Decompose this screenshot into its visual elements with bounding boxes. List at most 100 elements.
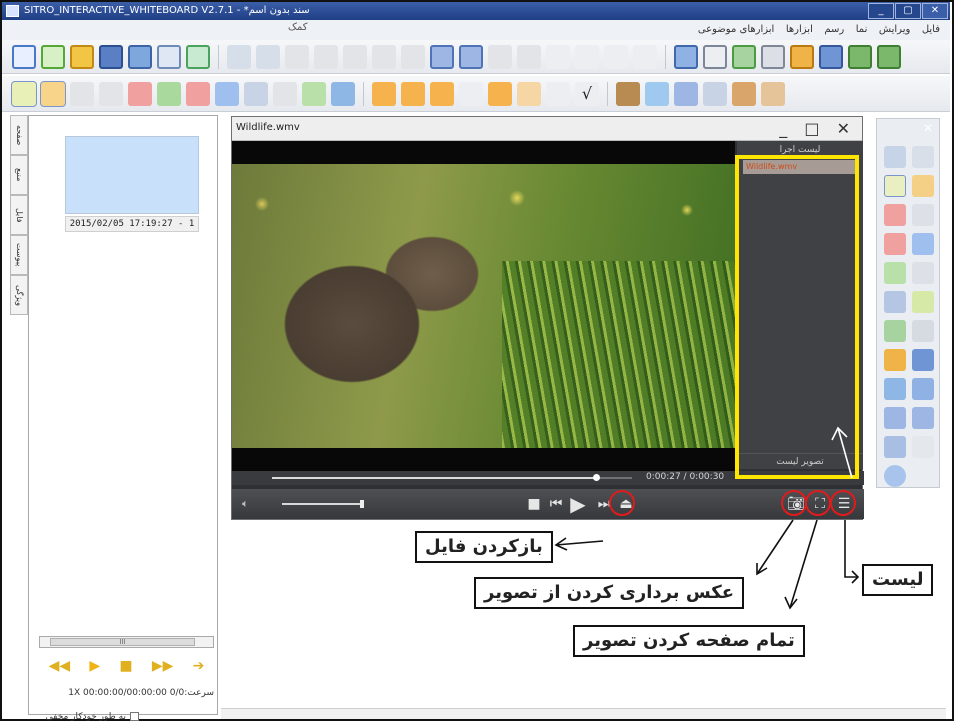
play-icon[interactable]: ▶ — [568, 493, 588, 515]
export-icon[interactable] — [186, 44, 210, 69]
screen-capture-icon[interactable] — [459, 44, 483, 69]
brush-icon[interactable] — [99, 81, 123, 106]
undo-icon[interactable] — [227, 44, 251, 69]
highlighter-icon[interactable] — [912, 204, 934, 226]
scrollbar-grip[interactable]: III — [50, 638, 195, 646]
send-back-icon[interactable] — [633, 44, 657, 69]
axis-icon[interactable] — [546, 81, 570, 106]
highlighter-icon[interactable] — [70, 81, 94, 106]
spotlight-icon[interactable] — [703, 44, 727, 69]
minimize-button[interactable]: _ — [868, 3, 894, 19]
page-thumbnail[interactable] — [65, 136, 199, 214]
keyboard-icon[interactable] — [912, 378, 934, 400]
autohide-option[interactable]: به طور خودکار مخفی شود — [29, 712, 219, 721]
text-box-icon[interactable] — [884, 378, 906, 400]
paste-icon[interactable] — [343, 44, 367, 69]
next-page-icon[interactable]: ▶▶ — [152, 658, 174, 674]
exit-arrow-icon[interactable]: ➔ — [193, 658, 205, 674]
eraser-icon[interactable] — [884, 233, 906, 255]
picture-tool-icon[interactable] — [674, 81, 698, 106]
save-icon[interactable] — [99, 44, 123, 69]
menu-view[interactable]: نما — [856, 20, 868, 40]
beaker-icon[interactable] — [645, 81, 669, 106]
select-arrow-icon[interactable] — [884, 175, 906, 197]
ruler-icon[interactable] — [488, 81, 512, 106]
angle-icon[interactable] — [517, 81, 541, 106]
menu-edit[interactable]: ویرایش — [879, 20, 910, 40]
user-icon[interactable] — [848, 44, 872, 69]
texture-pen-icon[interactable] — [244, 81, 268, 106]
redo-icon[interactable] — [912, 146, 934, 168]
cut-icon[interactable] — [285, 44, 309, 69]
open-folder-icon[interactable] — [70, 44, 94, 69]
shapes-icon[interactable] — [912, 291, 934, 313]
graph-icon[interactable] — [761, 81, 785, 106]
chart-icon[interactable] — [616, 81, 640, 106]
select-arrow-icon[interactable] — [11, 80, 37, 107]
keyboard-icon[interactable] — [674, 44, 698, 69]
spotlight-icon[interactable] — [912, 436, 934, 458]
seek-knob[interactable] — [593, 474, 600, 481]
text-box-icon[interactable] — [331, 81, 355, 106]
copy-icon[interactable] — [314, 44, 338, 69]
menu-tools[interactable]: ابزارها — [786, 20, 813, 40]
formula-icon[interactable]: √ — [575, 81, 599, 106]
rectangle-icon[interactable] — [884, 291, 906, 313]
panel-close-icon[interactable]: ✕ — [923, 121, 933, 135]
lasso-icon[interactable] — [273, 81, 297, 106]
eraser-icon[interactable] — [186, 81, 210, 106]
first-page-icon[interactable]: ◀◀ — [49, 658, 71, 674]
tab-page[interactable]: صفحه — [10, 115, 28, 155]
new-doc-icon[interactable] — [41, 44, 65, 69]
canvas-scrollbar[interactable] — [221, 708, 946, 719]
menu-file[interactable]: فایل — [922, 20, 940, 40]
recorder-icon[interactable] — [761, 44, 785, 69]
compass-icon[interactable] — [459, 81, 483, 106]
set-square-icon[interactable] — [401, 81, 425, 106]
zoom-in-icon[interactable] — [488, 44, 512, 69]
blue-pen-icon[interactable] — [912, 233, 934, 255]
volume-icon[interactable]: 🔈︎ — [242, 497, 249, 511]
redo-icon[interactable] — [256, 44, 280, 69]
paste-special-icon[interactable] — [372, 44, 396, 69]
balance-icon[interactable] — [703, 81, 727, 106]
monitor-icon[interactable] — [819, 44, 843, 69]
page-icon[interactable]: ■ — [119, 658, 132, 674]
menu-draw[interactable]: رسم — [824, 20, 844, 40]
align-top-icon[interactable] — [546, 44, 570, 69]
email-icon[interactable] — [157, 44, 181, 69]
new-page-icon[interactable] — [12, 44, 36, 69]
zoom-out-icon[interactable] — [517, 44, 541, 69]
video-frame[interactable] — [232, 141, 735, 471]
panel-scrollbar[interactable]: III — [39, 636, 214, 648]
play-pages-icon[interactable]: ▶ — [89, 658, 100, 674]
volume-slider[interactable] — [282, 500, 364, 508]
red-pen-icon[interactable] — [128, 81, 152, 106]
share-icon[interactable] — [877, 44, 901, 69]
tab-properties[interactable]: ویژگی — [10, 275, 28, 315]
recorder-icon[interactable] — [912, 320, 934, 342]
bar-chart-icon[interactable] — [732, 81, 756, 106]
autohide-checkbox[interactable] — [130, 712, 139, 721]
previous-icon[interactable]: ⏮︎ — [546, 493, 566, 515]
stop-icon[interactable]: ■ — [524, 493, 544, 515]
image-icon[interactable] — [128, 44, 152, 69]
marker-icon[interactable] — [790, 44, 814, 69]
bring-front-icon[interactable] — [604, 44, 628, 69]
insert-image-icon[interactable] — [430, 44, 454, 69]
tab-resource[interactable]: منبع — [10, 155, 28, 195]
triangle-ruler-icon[interactable] — [372, 81, 396, 106]
marker-icon[interactable] — [884, 349, 906, 371]
camera-icon[interactable] — [884, 320, 906, 342]
delete-icon[interactable] — [401, 44, 425, 69]
protractor-icon[interactable] — [430, 81, 454, 106]
align-bottom-icon[interactable] — [575, 44, 599, 69]
close-button[interactable]: ✕ — [922, 3, 948, 19]
player-window-controls[interactable]: _ □ ✕ — [779, 119, 856, 138]
maximize-button[interactable]: ▢ — [895, 3, 921, 19]
menu-help[interactable]: کمک — [288, 22, 308, 33]
tab-file[interactable]: فایل — [10, 195, 28, 235]
fill-icon[interactable] — [884, 262, 906, 284]
pen-icon[interactable] — [912, 175, 934, 197]
zoom-icon[interactable] — [884, 436, 906, 458]
